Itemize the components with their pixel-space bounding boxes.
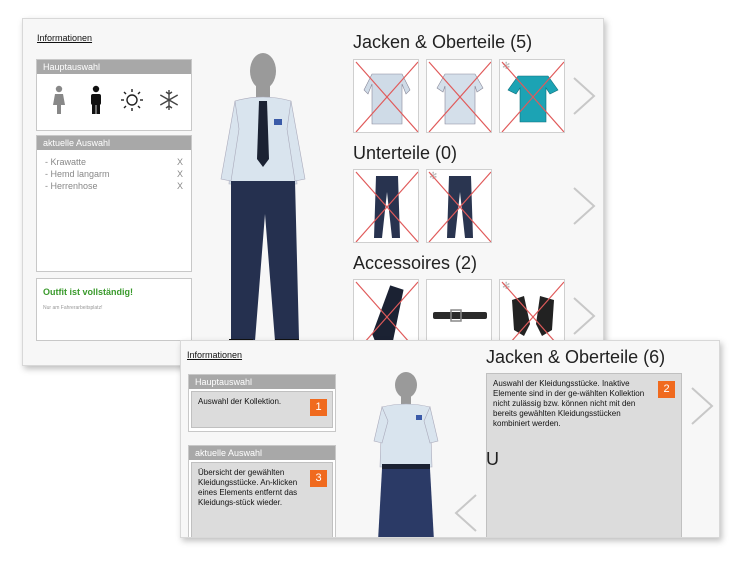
jackets-section-title: Jacken & Oberteile (5) [353,32,533,52]
female-icon[interactable] [45,82,73,118]
main-selection-header: Hauptauswahl [37,60,191,74]
outfit-status-note: Nur am Fahrerarbeitsplatz! [43,305,103,311]
main-selection-panel: Hauptauswahl Auswahl der Kollektion. 1 [188,374,336,432]
selection-item[interactable]: - Hemd langarm X [45,168,183,180]
current-selection-panel: aktuelle Auswahl - Krawatte X - Hemd lang… [36,135,192,272]
remove-button[interactable]: X [177,156,183,168]
current-selection-header: aktuelle Auswahl [189,446,335,460]
main-selection-header: Hauptauswahl [189,375,335,389]
outfit-status-title: Outfit ist vollständig! [43,287,133,297]
jackets-next-arrow[interactable] [571,76,597,116]
help-badge: 3 [310,470,327,487]
accessories-next-arrow[interactable] [571,296,597,336]
trousers-item-disabled[interactable]: ✻ [426,169,492,243]
outfit-configurator-screen: Informationen Hauptauswahl aktuelle Ausw… [22,18,604,366]
remove-button[interactable]: X [177,168,183,180]
jackets-help: Auswahl der Kleidungsstücke. Inaktive El… [486,373,682,537]
accessories-section-title: Accessoires (2) [353,253,478,273]
remove-button[interactable]: X [177,180,183,192]
jackets-section-title: Jacken & Oberteile (6) [486,347,666,367]
current-selection-header: aktuelle Auswahl [37,136,191,150]
polo-item-disabled[interactable]: ✻ [499,59,565,133]
info-link[interactable]: Informationen [187,350,242,360]
jacket-item-disabled[interactable] [426,59,492,133]
male-icon[interactable] [82,82,110,118]
info-link[interactable]: Informationen [37,33,92,43]
help-badge: 2 [658,381,675,398]
female-mannequin-image [373,372,439,537]
selection-list: - Krawatte X - Hemd langarm X - Herrenhose… [37,150,191,198]
sun-icon[interactable] [118,82,146,118]
bottoms-section-title: Unterteile (0) [353,143,458,163]
jacket-item-disabled[interactable] [353,59,419,133]
bottoms-next-arrow[interactable] [571,186,597,226]
help-badge: 1 [310,399,327,416]
trousers-item-disabled[interactable] [353,169,419,243]
jackets-next-arrow[interactable] [689,386,715,426]
bottoms-section-title-partial: U [486,449,499,469]
selection-item[interactable]: - Krawatte X [45,156,183,168]
selection-item[interactable]: - Herrenhose X [45,180,183,192]
collection-icons [37,74,191,118]
main-selection-panel: Hauptauswahl [36,59,192,131]
current-selection-panel: aktuelle Auswahl Übersicht der gewählten… [188,445,336,537]
male-mannequin-image [220,53,306,345]
snowflake-icon[interactable] [155,82,183,118]
help-overlay-screen: Informationen Hauptauswahl Auswahl der K… [180,340,720,538]
previous-arrow[interactable] [453,493,479,533]
outfit-status-panel: Outfit ist vollständig! Nur am Fahrerarb… [36,278,192,341]
